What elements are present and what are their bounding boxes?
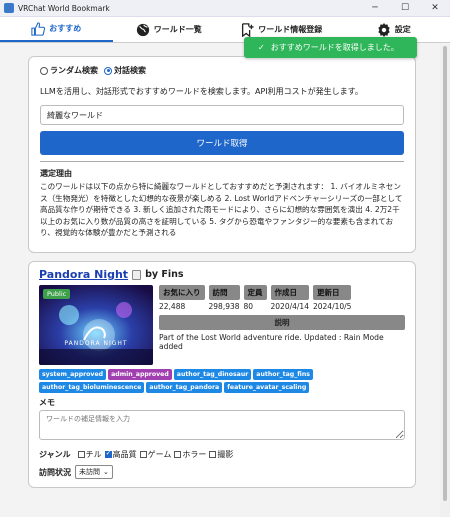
public-badge: Public xyxy=(43,289,71,299)
memo-input[interactable] xyxy=(39,410,405,440)
search-description: LLMを活用し、対話形式でおすすめワールドを検索します。API利用コストが発生し… xyxy=(40,87,363,96)
genre-checkbox[interactable]: ホラー xyxy=(174,449,206,460)
tab-label: おすすめ xyxy=(49,24,82,33)
toast-message: おすすめワールドを取得しました。 xyxy=(270,43,399,52)
minimize-button[interactable]: ─ xyxy=(360,0,390,16)
tab-label: ワールド一覧 xyxy=(153,25,202,34)
stat-value: 80 xyxy=(243,302,254,311)
world-author: by Fins xyxy=(145,269,184,280)
search-mode-group: ランダム検索 対話検索 xyxy=(40,65,404,76)
stat-label: 作成日 xyxy=(270,285,309,300)
title-bar: VRChat World Bookmark ─ ☐ ✕ xyxy=(0,0,450,17)
stat-value: 298,938 xyxy=(208,302,240,311)
stat-label: 更新日 xyxy=(312,285,352,300)
app-icon xyxy=(4,3,14,13)
tag-chip: admin_approved xyxy=(108,369,172,380)
checkbox-indicator xyxy=(174,451,182,458)
world-stats: お気に入り 22,488 訪問 298,938 定員 80 作成日 2020/4… xyxy=(159,285,405,365)
checkbox-label: 撮影 xyxy=(217,450,234,459)
success-toast: ✓ おすすめワールドを取得しました。 xyxy=(244,37,417,58)
memo-label: メモ xyxy=(39,398,55,407)
stat-label: お気に入り xyxy=(159,285,205,300)
reason-body: このワールドは以下の点から特に綺麗なワールドとしておすすめだと予測されます： 1… xyxy=(40,182,403,237)
tag-list: system_approved admin_approved author_tag_… xyxy=(39,369,405,393)
radio-indicator xyxy=(40,66,48,75)
query-input[interactable]: 綺麗なワールド xyxy=(40,105,404,125)
gear-icon xyxy=(378,22,390,37)
stat-updated: 更新日 2024/10/5 xyxy=(312,285,352,311)
tag-chip: author_tag_pandora xyxy=(146,382,223,393)
tab-label: ワールド情報登録 xyxy=(258,25,323,34)
radio-random-search[interactable]: ランダム検索 xyxy=(40,65,98,76)
stat-value: 2024/10/5 xyxy=(312,302,352,311)
main-content: ランダム検索 対話検索 LLMを活用し、対話形式でおすすめワールドを検索します。… xyxy=(0,44,440,517)
visit-status-select[interactable]: 未訪問 ⌄ xyxy=(75,465,113,479)
stat-capacity: 定員 80 xyxy=(243,285,267,311)
explanation-heading: 説明 xyxy=(159,315,405,330)
reason-title: 選定理由 xyxy=(40,169,72,178)
genre-group: ジャンル チル 高品質 ゲーム ホラー 撮影 xyxy=(39,449,405,460)
stat-visits: 訪問 298,938 xyxy=(208,285,240,311)
svg-text:PANDORA NIGHT: PANDORA NIGHT xyxy=(64,340,127,347)
checkbox-label: 高品質 xyxy=(112,450,137,459)
tag-chip: author_tag_dinosaur xyxy=(173,369,252,380)
window-title: VRChat World Bookmark xyxy=(18,3,110,13)
tag-chip: feature_avatar_scaling xyxy=(224,382,310,393)
scrollbar[interactable] xyxy=(440,44,450,517)
genre-checkbox[interactable]: 高品質 xyxy=(104,449,137,460)
tab-label: 設定 xyxy=(394,25,411,34)
chevron-down-icon: ⌄ xyxy=(103,468,109,476)
world-card: Pandora Night by Fins PANDORA NIGHT Publ… xyxy=(28,261,416,488)
world-thumbnail[interactable]: PANDORA NIGHT Public xyxy=(39,285,153,365)
stat-created: 作成日 2020/4/14 xyxy=(270,285,309,311)
check-icon: ✓ xyxy=(258,43,265,52)
tab-recommend[interactable]: おすすめ xyxy=(0,17,113,42)
genre-checkbox[interactable]: チル xyxy=(77,449,102,460)
explanation-text: Part of the Lost World adventure ride. U… xyxy=(159,333,384,351)
stat-label: 定員 xyxy=(243,285,267,300)
tag-chip: author_tag_fins xyxy=(253,369,313,380)
bookmark-add-icon xyxy=(242,22,254,37)
stat-favorites: お気に入り 22,488 xyxy=(159,285,205,311)
checkbox-label: ホラー xyxy=(182,450,207,459)
stat-value: 2020/4/14 xyxy=(270,302,309,311)
checkbox-indicator xyxy=(139,451,147,458)
scrollbar-thumb[interactable] xyxy=(443,46,447,501)
radio-chat-search[interactable]: 対話検索 xyxy=(104,65,146,76)
globe-icon xyxy=(136,23,149,36)
stat-label: 訪問 xyxy=(208,285,240,300)
tag-chip: author_tag_bioluminescence xyxy=(39,382,145,393)
tag-chip: system_approved xyxy=(39,369,107,380)
visit-status-label: 訪問状況 xyxy=(39,467,71,477)
checkbox-indicator xyxy=(77,451,85,458)
radio-label: ランダム検索 xyxy=(50,66,98,75)
close-button[interactable]: ✕ xyxy=(420,0,450,16)
genre-checkbox[interactable]: 撮影 xyxy=(209,449,233,460)
copy-icon[interactable] xyxy=(132,269,142,280)
select-value: 未訪問 xyxy=(79,468,100,476)
visit-status-row: 訪問状況 未訪問 ⌄ xyxy=(39,465,405,479)
checkbox-label: チル xyxy=(85,450,102,459)
tab-world-list[interactable]: ワールド一覧 xyxy=(113,17,226,42)
world-name-link[interactable]: Pandora Night xyxy=(39,268,128,281)
radio-indicator xyxy=(104,66,112,75)
checkbox-label: ゲーム xyxy=(147,450,172,459)
divider xyxy=(40,161,404,162)
maximize-button[interactable]: ☐ xyxy=(390,0,420,16)
genre-label: ジャンル xyxy=(39,450,71,459)
fetch-world-button[interactable]: ワールド取得 xyxy=(40,131,404,155)
radio-label: 対話検索 xyxy=(114,66,146,75)
stat-value: 22,488 xyxy=(159,302,186,311)
checkbox-indicator xyxy=(104,449,112,458)
search-card: ランダム検索 対話検索 LLMを活用し、対話形式でおすすめワールドを検索します。… xyxy=(28,56,416,253)
thumbs-up-icon xyxy=(31,21,46,36)
genre-checkbox[interactable]: ゲーム xyxy=(139,449,172,460)
checkbox-indicator xyxy=(209,451,217,458)
